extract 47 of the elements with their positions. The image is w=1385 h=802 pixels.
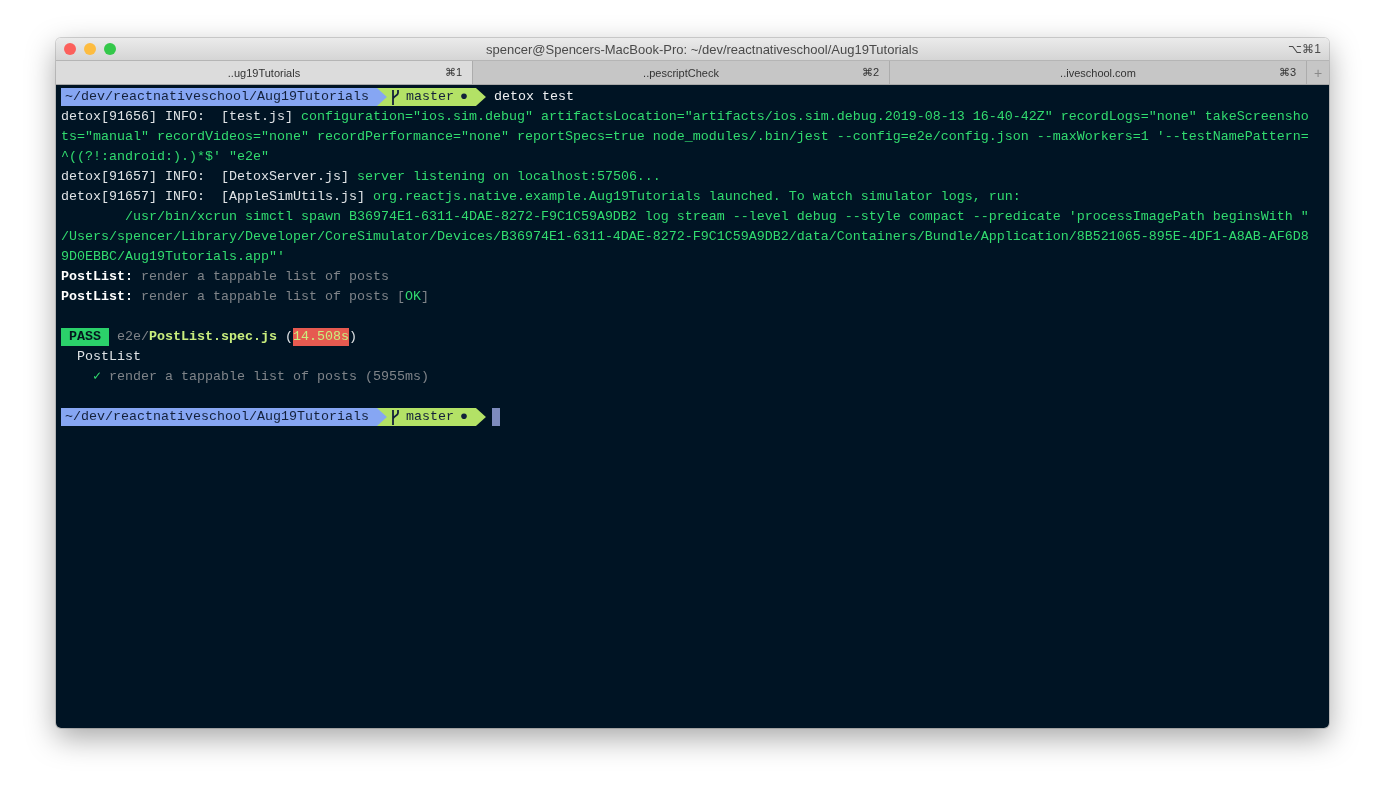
log-message: ^((?!:android:).)*$' "e2e" bbox=[61, 148, 269, 166]
window-shortcut: ⌥⌘1 bbox=[1288, 42, 1321, 56]
log-message: configuration="ios.sim.debug" artifactsLocation="artifacts/ios.sim.debug.2019-08-13 16-40-42Z" recordLogs="none" takeScreensho bbox=[300, 108, 1309, 126]
minimize-button[interactable] bbox=[84, 43, 96, 55]
command-text: detox test bbox=[493, 88, 574, 106]
pass-badge: PASS bbox=[61, 328, 109, 346]
test-description: e2e/ bbox=[116, 328, 149, 346]
path-segment: ~/dev/reactnativeschool/Aug19Tutorials bbox=[61, 408, 387, 426]
log-prefix: detox[91657] INFO: [AppleSimUtils.js] bbox=[61, 188, 366, 206]
git-branch-icon bbox=[390, 409, 400, 425]
log-message: ts="manual" recordVideos="none" recordPerformance="none" reportSpecs=true node_modules/.bin/jest --config=e2e/config.json --maxWorkers=1 '--testNamePattern= bbox=[61, 128, 1309, 146]
zoom-button[interactable] bbox=[104, 43, 116, 55]
tab-label: ..pescriptCheck bbox=[643, 66, 719, 79]
log-message: /Users/spencer/Library/Developer/CoreSimulator/Devices/B36974E1-6311-4DAE-8272-F9C1C59A9DB2/data/Containers/Bundle/Application/8B521065-895E-4DF1-A8AB-AF6D8 bbox=[61, 228, 1309, 246]
log-prefix: detox[91657] INFO: [DetoxServer.js] bbox=[61, 168, 350, 186]
log-prefix: PostList bbox=[76, 348, 141, 366]
file-name: PostList.spec.js bbox=[149, 328, 277, 346]
duration-badge: 14.508s bbox=[293, 328, 349, 346]
test-description: ] bbox=[420, 288, 429, 306]
log-prefix: detox[91656] INFO: [test.js] bbox=[61, 108, 294, 126]
log-message: 9D0EBBC/Aug19Tutorials.app"' bbox=[61, 248, 285, 266]
log-message: server listening on localhost:57506... bbox=[356, 168, 661, 186]
log-prefix: ) bbox=[349, 328, 357, 346]
tab-label: ..ug19Tutorials bbox=[227, 66, 301, 79]
path-segment: ~/dev/reactnativeschool/Aug19Tutorials bbox=[61, 88, 387, 106]
log-message: org.reactjs.native.example.Aug19Tutorials launched. To watch simulator logs, run: bbox=[372, 188, 1021, 206]
dirty-indicator: ● bbox=[459, 88, 468, 106]
log-message: /usr/bin/xcrun simctl spawn B36974E1-6311-4DAE-8272-F9C1C59A9DB2 log stream --level debug --style compact --predicate 'processImagePath beginsWith " bbox=[124, 208, 1309, 226]
branch-name: master bbox=[405, 408, 454, 426]
log-message: ✓ bbox=[92, 368, 102, 386]
suite-name: PostList: bbox=[61, 288, 133, 306]
close-button[interactable] bbox=[64, 43, 76, 55]
suite-name: PostList: bbox=[61, 268, 133, 286]
tab-shortcut: ⌘3 bbox=[1278, 66, 1296, 79]
terminal-tab[interactable]: ..ug19Tutorials ⌘1 bbox=[56, 61, 473, 84]
window-title: spencer@Spencers-MacBook-Pro: ~/dev/reactnativeschool/Aug19Tutorials bbox=[485, 41, 920, 57]
branch-name: master bbox=[405, 88, 454, 106]
dirty-indicator: ● bbox=[459, 408, 468, 426]
tab-shortcut: ⌘1 bbox=[444, 66, 462, 79]
tab-label: ..iveschool.com bbox=[1060, 66, 1136, 79]
git-branch-icon bbox=[390, 89, 400, 105]
tab-shortcut: ⌘2 bbox=[861, 66, 879, 79]
test-description: render a tappable list of posts (5955ms) bbox=[108, 368, 429, 386]
test-description: render a tappable list of posts bbox=[139, 268, 389, 286]
test-description: render a tappable list of posts [ bbox=[139, 288, 405, 306]
log-message: OK bbox=[404, 288, 421, 306]
log-prefix: ( bbox=[283, 328, 293, 346]
